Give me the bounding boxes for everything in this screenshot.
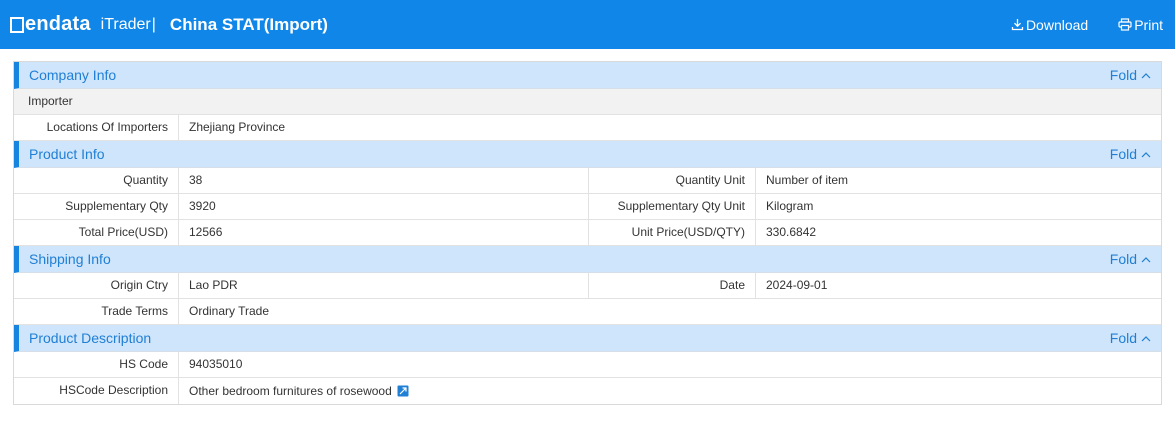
download-icon — [1011, 19, 1024, 31]
table-row: Locations Of Importers Zhejiang Province — [14, 115, 1161, 141]
page-title: China STAT(Import) — [169, 14, 328, 34]
field-label: Supplementary Qty Unit — [589, 194, 756, 219]
fold-label: Fold — [1109, 330, 1137, 346]
field-value: Lao PDR — [189, 278, 238, 292]
field-value: 3920 — [189, 199, 216, 213]
table-row: HSCode Description Other bedroom furnitu… — [14, 378, 1161, 404]
printer-icon — [1118, 18, 1132, 31]
print-label: Print — [1134, 16, 1163, 33]
product-name: iTrader — [100, 15, 151, 33]
fold-button[interactable]: Fold — [1110, 251, 1151, 267]
field-label: Total Price(USD) — [14, 220, 179, 245]
chevron-up-icon — [1141, 335, 1151, 341]
top-header: endata iTrader | China STAT(Import) Down… — [0, 0, 1175, 49]
fold-label: Fold — [1109, 146, 1137, 162]
table-row: Supplementary Qty 3920 Supplementary Qty… — [14, 194, 1161, 220]
field-value: 94035010 — [189, 357, 243, 371]
product-separator: | — [151, 15, 156, 33]
field-label: Origin Ctry — [14, 273, 179, 298]
field-label: Trade Terms — [14, 299, 179, 324]
field-value: Other bedroom furnitures of rosewood — [179, 378, 1161, 404]
chevron-up-icon — [1141, 256, 1151, 262]
hscode-description-text: Other bedroom furnitures of rosewood — [189, 383, 392, 398]
fold-label: Fold — [1109, 251, 1137, 267]
section-title: Product Info — [29, 146, 105, 162]
download-button[interactable]: Download — [1011, 17, 1088, 33]
field-label: Date — [589, 273, 756, 298]
field-value: 2024-09-01 — [766, 278, 828, 292]
print-button[interactable]: Print — [1118, 17, 1163, 33]
detail-panel: Company Info Fold Importer Locations Of … — [13, 61, 1162, 405]
field-value: 12566 — [189, 225, 223, 239]
section-company-info: Company Info Fold — [14, 62, 1161, 89]
header-actions: Download Print — [1011, 17, 1165, 33]
table-row: Total Price(USD) 12566 Unit Price(USD/QT… — [14, 220, 1161, 246]
section-shipping-info: Shipping Info Fold — [14, 246, 1161, 273]
field-label: Unit Price(USD/QTY) — [589, 220, 756, 245]
field-label: Quantity — [14, 168, 179, 193]
table-row: Quantity 38 Quantity Unit Number of item — [14, 168, 1161, 194]
table-row: Trade Terms Ordinary Trade — [14, 299, 1161, 325]
importer-subheader: Importer — [14, 89, 1161, 115]
field-value: Zhejiang Province — [189, 120, 286, 134]
fold-button[interactable]: Fold — [1110, 330, 1151, 346]
field-value: Kilogram — [766, 199, 814, 213]
section-title: Product Description — [29, 330, 152, 346]
field-value: 38 — [189, 173, 203, 187]
table-row: HS Code 94035010 — [14, 352, 1161, 378]
fold-label: Fold — [1109, 67, 1137, 83]
logo-text: endata — [25, 13, 91, 35]
section-title: Company Info — [29, 67, 117, 83]
field-label: Supplementary Qty — [14, 194, 179, 219]
section-title: Shipping Info — [29, 251, 111, 267]
fold-button[interactable]: Fold — [1110, 67, 1151, 83]
content-area: Company Info Fold Importer Locations Of … — [0, 49, 1175, 405]
field-value: Number of item — [766, 173, 849, 187]
field-value: 330.6842 — [766, 225, 817, 239]
section-product-description: Product Description Fold — [14, 325, 1161, 352]
field-value: Ordinary Trade — [189, 304, 270, 318]
logo-mark-icon — [10, 16, 24, 33]
open-link-icon[interactable] — [397, 385, 409, 397]
fold-button[interactable]: Fold — [1110, 146, 1151, 162]
field-label: HSCode Description — [14, 378, 179, 404]
tendata-logo[interactable]: endata — [10, 13, 91, 36]
chevron-up-icon — [1141, 72, 1151, 78]
chevron-up-icon — [1141, 151, 1151, 157]
field-label: Locations Of Importers — [14, 115, 179, 140]
section-product-info: Product Info Fold — [14, 141, 1161, 168]
field-label: HS Code — [14, 352, 179, 377]
table-row: Origin Ctry Lao PDR Date 2024-09-01 — [14, 273, 1161, 299]
download-label: Download — [1025, 16, 1089, 33]
field-label: Quantity Unit — [589, 168, 756, 193]
